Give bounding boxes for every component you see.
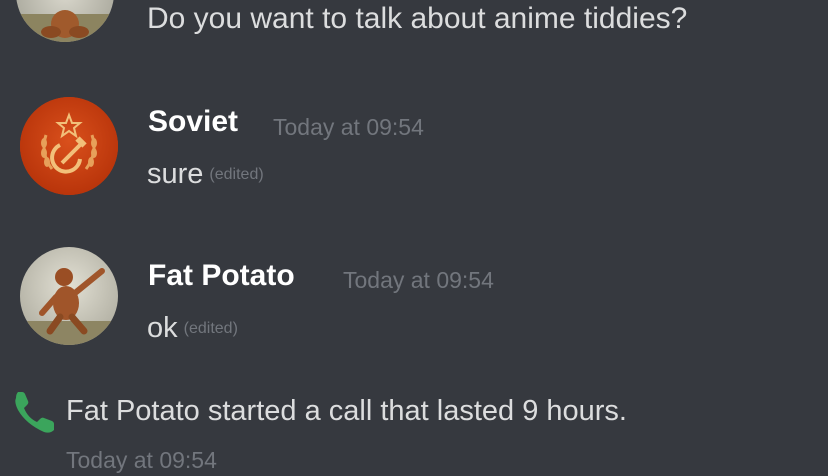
message-text-sure: sure [147, 158, 204, 190]
timestamp-soviet: Today at 09:54 [273, 114, 424, 140]
message-text-ok: ok [147, 312, 178, 344]
monkey-avatar-image [20, 247, 118, 345]
phone-icon [10, 392, 58, 436]
edited-label: (edited) [183, 320, 238, 338]
message-body-fat-potato: ok (edited) [147, 311, 238, 346]
monkey-avatar-image [16, 0, 114, 42]
avatar-soviet[interactable] [20, 97, 118, 195]
call-timestamp: Today at 09:54 [66, 447, 217, 473]
avatar-fat-potato-top[interactable] [16, 0, 114, 42]
message-text-anime: Do you want to talk about anime tiddies? [147, 2, 688, 35]
username-fat-potato[interactable]: Fat Potato [148, 258, 295, 294]
hammer-sickle-icon [20, 97, 118, 195]
edited-label: (edited) [209, 166, 264, 184]
avatar-fat-potato[interactable] [20, 247, 118, 345]
timestamp-fat-potato: Today at 09:54 [343, 267, 494, 293]
username-soviet[interactable]: Soviet [148, 104, 238, 140]
message-body-soviet: sure (edited) [147, 157, 264, 192]
call-message-text: Fat Potato started a call that lasted 9 … [66, 395, 627, 427]
